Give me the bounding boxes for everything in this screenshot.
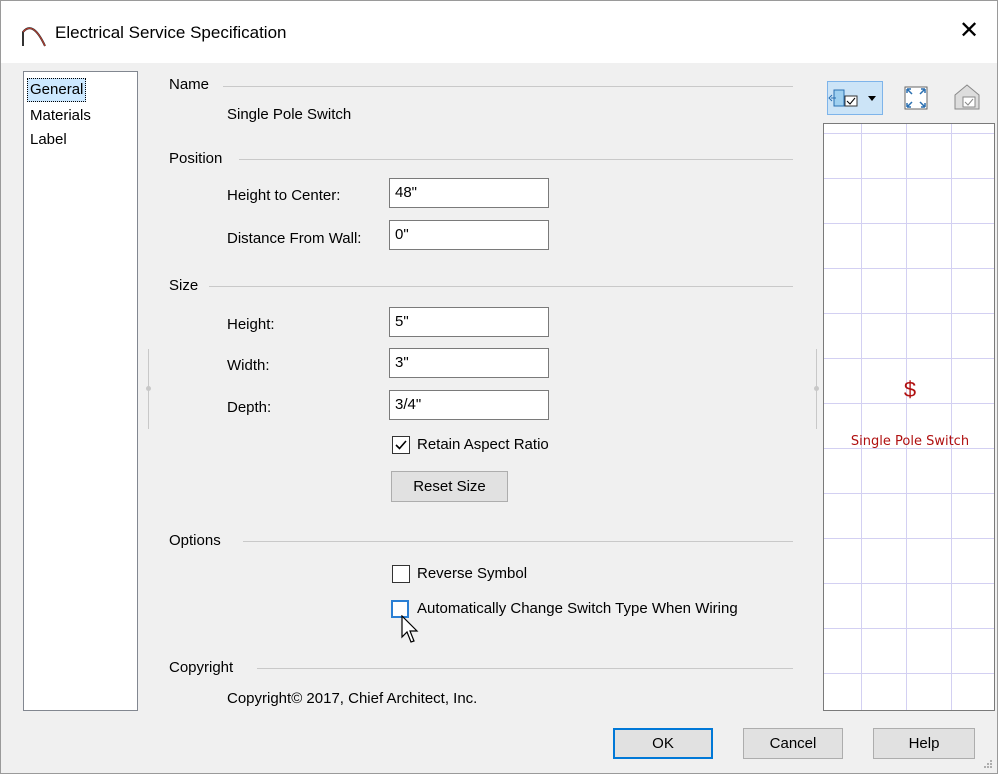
name-value: Single Pole Switch: [227, 106, 352, 123]
reset-size-button[interactable]: Reset Size: [391, 471, 508, 502]
retain-aspect-ratio-checkbox[interactable]: [392, 436, 410, 454]
width-label: Width:: [227, 357, 270, 374]
view-options-button[interactable]: [827, 81, 883, 115]
position-section-header: Position: [169, 150, 223, 167]
resize-grip-icon[interactable]: [983, 759, 993, 769]
copyright-section-header: Copyright: [169, 659, 234, 676]
mouse-cursor-icon: [401, 615, 419, 643]
nav-item-label[interactable]: Label: [27, 128, 70, 152]
3d-preview-icon[interactable]: [951, 81, 981, 111]
distance-from-wall-label: Distance From Wall:: [227, 230, 362, 247]
nav-item-materials[interactable]: Materials: [27, 104, 94, 128]
name-divider: [223, 86, 793, 87]
nav-item-general[interactable]: General: [27, 78, 87, 102]
cancel-button[interactable]: Cancel: [743, 728, 843, 759]
height-label: Height:: [227, 316, 275, 333]
help-button[interactable]: Help: [873, 728, 975, 759]
title-bar: Electrical Service Specification ✕: [1, 1, 997, 63]
size-section-header: Size: [169, 277, 199, 294]
position-divider: [239, 159, 793, 160]
size-divider: [209, 286, 793, 287]
preview-pane[interactable]: $ Single Pole Switch: [823, 123, 995, 711]
auto-change-switch-type-label[interactable]: Automatically Change Switch Type When Wi…: [417, 599, 738, 619]
view-options-icon: [828, 89, 876, 107]
depth-label: Depth:: [227, 399, 272, 416]
retain-aspect-ratio-label[interactable]: Retain Aspect Ratio: [417, 435, 549, 455]
window-title: Electrical Service Specification: [55, 23, 287, 42]
switch-symbol: $: [903, 377, 917, 402]
reverse-symbol-checkbox[interactable]: [392, 565, 410, 583]
options-section-header: Options: [169, 532, 221, 549]
copyright-divider: [257, 668, 793, 669]
height-to-center-field[interactable]: 48": [389, 178, 549, 208]
width-field[interactable]: 3": [389, 348, 549, 378]
ok-button[interactable]: OK: [613, 728, 713, 759]
depth-field[interactable]: 3/4": [389, 390, 549, 420]
height-to-center-label: Height to Center:: [227, 187, 341, 204]
fill-window-icon[interactable]: [901, 83, 931, 113]
preview-label: Single Pole Switch: [850, 434, 970, 449]
checkmark-icon: [395, 440, 407, 450]
reverse-symbol-label[interactable]: Reverse Symbol: [417, 564, 527, 584]
dialog-window: Electrical Service Specification ✕ Gener…: [0, 0, 998, 774]
close-icon[interactable]: ✕: [953, 15, 985, 47]
left-splitter-grip: [146, 386, 151, 391]
options-divider: [243, 541, 793, 542]
distance-from-wall-field[interactable]: 0": [389, 220, 549, 250]
name-section-header: Name: [169, 76, 210, 93]
height-field[interactable]: 5": [389, 307, 549, 337]
right-splitter-grip: [814, 386, 819, 391]
copyright-value: Copyright© 2017, Chief Architect, Inc.: [227, 690, 478, 707]
chief-architect-logo-icon: [22, 27, 46, 47]
category-list[interactable]: General Materials Label: [23, 71, 138, 711]
